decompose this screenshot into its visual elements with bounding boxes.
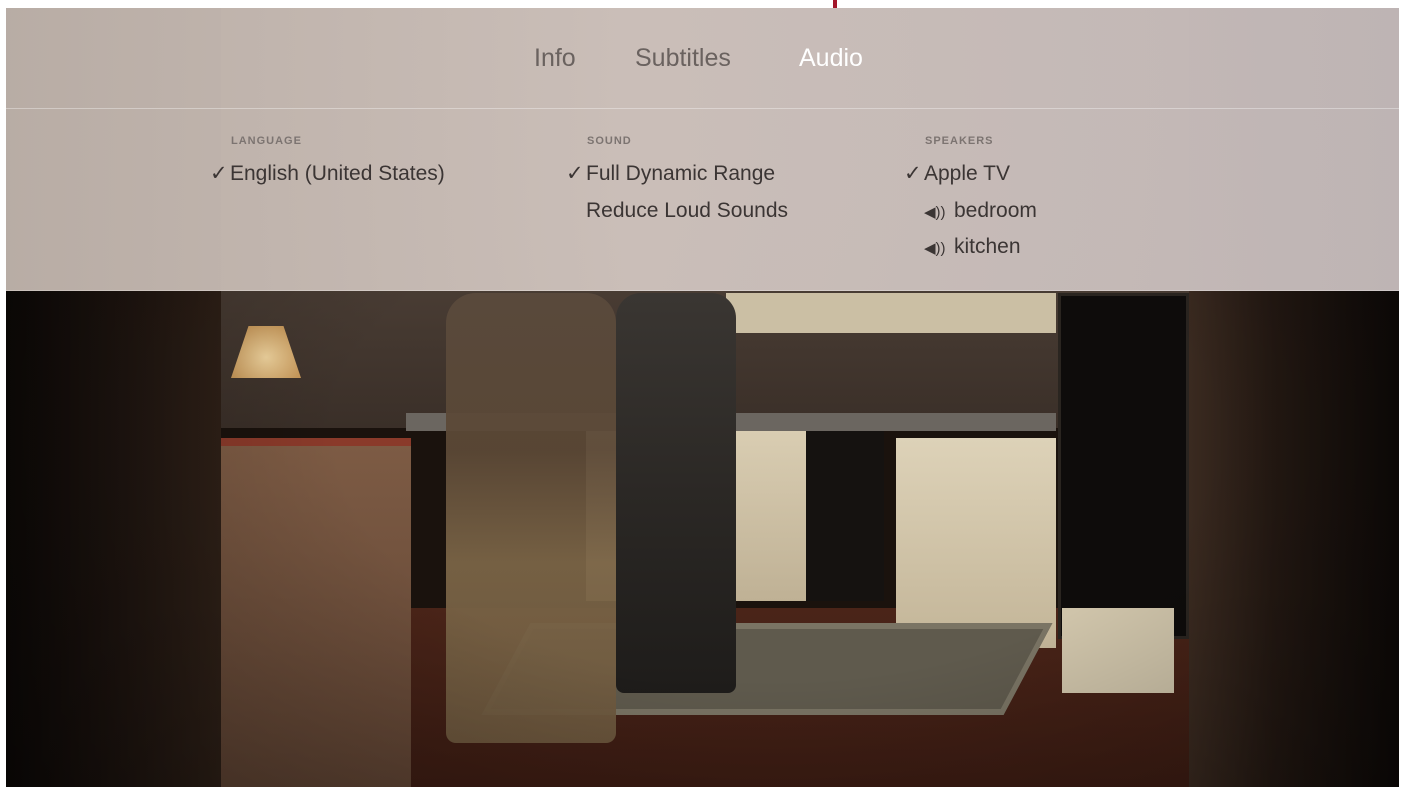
- speaker-icon: ◀)): [924, 204, 946, 221]
- language-option-english[interactable]: ✓ English (United States): [210, 161, 445, 187]
- speaker-option-apple-tv[interactable]: ✓ Apple TV: [904, 161, 1010, 187]
- sound-option-full-dynamic-range[interactable]: ✓ Full Dynamic Range: [566, 161, 775, 187]
- video-frame: Info Subtitles Audio LANGUAGE ✓ English (…: [6, 8, 1399, 787]
- sound-heading: SOUND: [587, 135, 632, 147]
- speaker-option-label: Apple TV: [924, 162, 1010, 185]
- sound-option-label: Reduce Loud Sounds: [586, 199, 788, 222]
- sound-option-reduce-loud-sounds[interactable]: Reduce Loud Sounds: [586, 198, 788, 224]
- tab-audio[interactable]: Audio: [799, 42, 863, 74]
- speakers-heading: SPEAKERS: [925, 135, 994, 147]
- checkmark-icon: ✓: [210, 162, 228, 185]
- panel-edge: [6, 290, 1399, 291]
- checkmark-icon: ✓: [566, 162, 584, 185]
- screen: Info Subtitles Audio LANGUAGE ✓ English (…: [0, 0, 1405, 787]
- speaker-option-label: kitchen: [954, 235, 1021, 258]
- language-heading: LANGUAGE: [231, 135, 302, 147]
- tab-bar: Info Subtitles Audio: [6, 42, 1399, 78]
- divider: [6, 108, 1399, 109]
- checkmark-icon: ✓: [904, 162, 922, 185]
- speaker-option-kitchen[interactable]: ◀)) kitchen: [924, 234, 1021, 262]
- sound-option-label: Full Dynamic Range: [586, 162, 776, 185]
- speaker-icon: ◀)): [924, 240, 946, 257]
- audio-settings-panel: Info Subtitles Audio LANGUAGE ✓ English (…: [6, 8, 1399, 291]
- speaker-option-bedroom[interactable]: ◀)) bedroom: [924, 198, 1037, 226]
- tab-info[interactable]: Info: [534, 42, 576, 74]
- language-option-label: English (United States): [230, 162, 445, 185]
- speaker-option-label: bedroom: [954, 199, 1037, 222]
- tab-subtitles[interactable]: Subtitles: [635, 42, 731, 74]
